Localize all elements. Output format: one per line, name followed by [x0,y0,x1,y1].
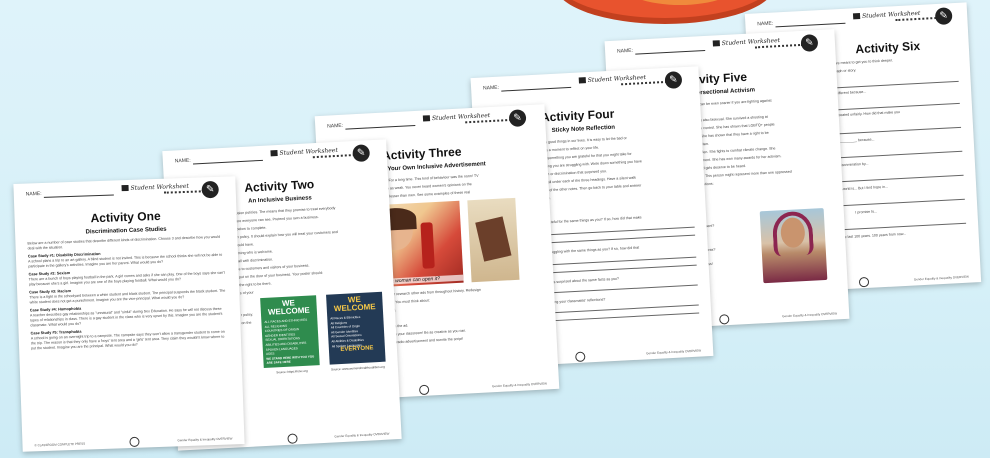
name-line [345,124,416,130]
footer: Gender Equality & Inequality OVERVIEW [545,348,702,363]
pencil-badge-icon: ✎ [352,144,371,163]
name-line [192,159,263,165]
question-text: was grateful for the same things as you?… [538,215,642,225]
name-label: NAME: [482,84,500,92]
bottle-shape [420,222,435,269]
page-number-circle [575,351,586,363]
answer-line [541,284,698,294]
body-text: bout the good things in our lives. It is… [534,133,693,205]
page-number-circle [719,314,730,325]
page-number-circle [418,384,430,396]
poster-footer: WE STAND HERE WITH YOU YOU ARE SAFE HERE [266,354,315,366]
poster-card: WE WELCOME ALL RACES AND ETHNICITIES ALL… [260,295,320,375]
footer: © CLASSROOM COMPLETE PRESS Gender Equali… [34,436,233,447]
activist-photo [759,207,828,284]
name-line [501,86,572,92]
answer-line [540,256,697,266]
footer-right: Gender Equality & Inequality OVERVIEW [782,311,838,319]
footer: Gender Equality & Inequality OVERVIEW [379,381,548,396]
poster-caption: Source: www.womenshealthcoalition.org [330,364,385,372]
poster-heading: WE WELCOME [267,298,310,317]
footer: Gender Equality & Inequality OVERVIEW [247,431,390,444]
pencil-badge-icon: ✎ [508,109,527,128]
footer-left: © CLASSROOM COMPLETE PRESS [34,441,86,448]
body-text: usion policies. The means that they prom… [236,204,382,299]
name-line [43,194,114,198]
footer-right: Gender Equality & Inequality OVERVIEW [913,274,969,282]
name-label: NAME: [757,20,774,28]
pencil-badge-icon: ✎ [800,34,819,52]
page-number-circle [287,433,298,444]
name-label: NAME: [327,122,344,130]
question-text: who was surprised about the same facts a… [541,276,620,285]
answer-line [542,304,699,314]
footer-right: Gender Equality & Inequality OVERVIEW [334,431,390,439]
answer-line [540,264,697,274]
pencil-badge-icon: ✎ [201,180,219,199]
name-line [775,22,846,28]
tie-shape [475,216,512,262]
page-number-circle [858,276,870,288]
poster-footer: EVERYONE [340,345,374,354]
answer-line [543,312,700,322]
body-text: e provided or research other ads from th… [374,285,545,350]
name-label: NAME: [616,47,634,55]
footer-right: Gender Equality & Inequality OVERVIEW [177,436,233,443]
question-text: was struggling with the same things as y… [539,245,640,255]
body-text: Below are a number of case studies that … [27,235,229,355]
case-study: Case Study #5: Transphobia A school is go… [31,325,230,352]
poster-heading: WE WELCOME [333,294,376,314]
question-text: m reading your classmates' reflections? [542,297,606,305]
worksheet-activity-one: NAME: Student Worksheet ✎ Activity One D… [13,176,245,452]
page-number-circle [129,436,140,448]
footer-right: Gender Equality & Inequality OVERVIEW [491,381,548,389]
scarf-shape [771,210,815,257]
dotted-divider [163,190,204,194]
name-label: NAME: [25,190,42,198]
answer-line [539,234,696,244]
name-line [635,49,706,55]
prompt-text: I promise to... [855,209,878,215]
welcome-poster-dark: WE WELCOME All Races & Ethnicities All R… [326,291,386,365]
name-label: NAME: [174,157,191,165]
vintage-ad-image-2 [467,197,520,283]
footer-right: Gender Equality & Inequality OVERVIEW [646,348,702,356]
answer-line [538,226,695,236]
case-study: Case Study #4: Homophobia A teacher descr… [30,302,229,329]
pencil-badge-icon: ✎ [934,7,953,26]
welcome-poster-green: WE WELCOME ALL RACES AND ETHNICITIES ALL… [260,295,320,369]
poster-gallery: WE WELCOME ALL RACES AND ETHNICITIES ALL… [260,291,386,375]
poster-card: WE WELCOME All Races & Ethnicities All R… [326,291,386,372]
poster-caption: Source: https://nsvc.org [276,368,308,375]
pencil-badge-icon: ✎ [664,71,683,89]
